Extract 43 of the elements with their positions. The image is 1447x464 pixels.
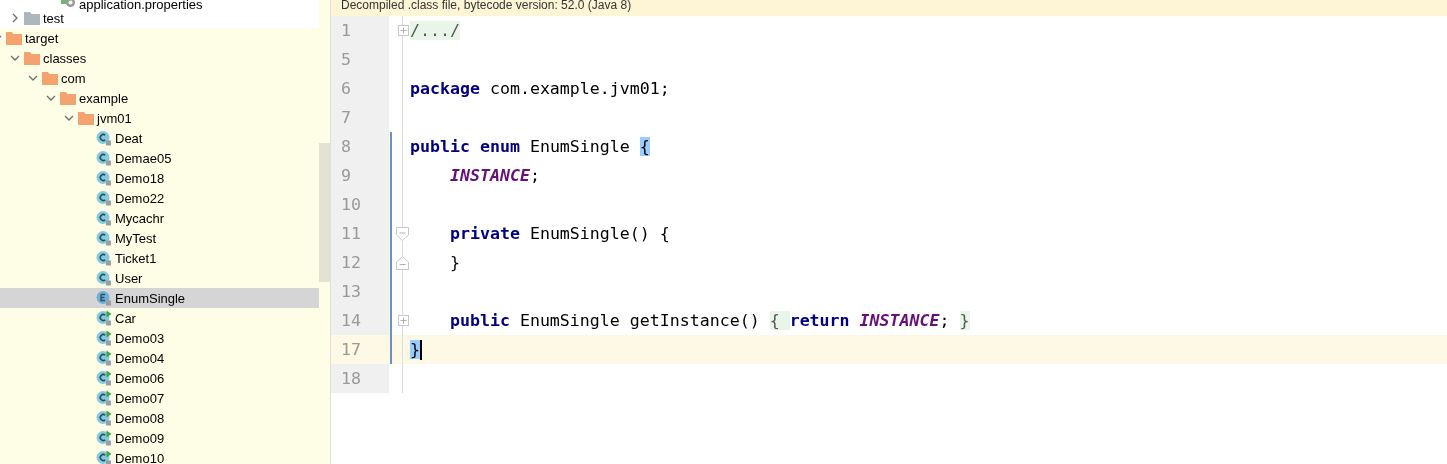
runnable-class-icon (96, 310, 112, 326)
code-line: INSTANCE; (448, 166, 540, 185)
enum-icon (96, 290, 112, 306)
line-number: 9 (331, 161, 389, 190)
chevron-down-icon[interactable] (46, 93, 56, 103)
line-number: 12 (331, 248, 389, 277)
chevron-right-icon[interactable] (10, 13, 20, 23)
class-icon (96, 170, 112, 186)
code-line: public EnumSingle getInstance() { return INSTANCE; } (448, 311, 970, 330)
class-icon (96, 130, 112, 146)
line-number: 14 (331, 306, 389, 335)
line-number: 18 (331, 364, 389, 393)
line-number: 7 (331, 103, 389, 132)
chevron-down-icon[interactable] (10, 53, 20, 63)
tree-item[interactable]: EnumSingle (0, 288, 319, 308)
code-line: private EnumSingle() { (448, 224, 670, 243)
decompiled-notice: Decompiled .class file, bytecode version: 52.0 (Java 8) (331, 0, 1447, 16)
runnable-class-icon (96, 430, 112, 446)
class-icon (96, 270, 112, 286)
class-icon (96, 190, 112, 206)
line-number: 1 (331, 16, 389, 45)
runnable-class-icon (96, 410, 112, 426)
line-number: 8 (331, 132, 389, 161)
code-line: package com.example.jvm01; (410, 79, 670, 98)
runnable-class-icon (96, 350, 112, 366)
runnable-class-icon (96, 450, 112, 464)
runnable-class-icon (96, 330, 112, 346)
class-icon (96, 150, 112, 166)
chevron-down-icon[interactable] (64, 113, 74, 123)
line-number: 13 (331, 277, 389, 306)
scrollbar-thumb[interactable] (319, 143, 330, 282)
runnable-class-icon (96, 370, 112, 386)
code-line: public enum EnumSingle { (410, 137, 650, 156)
chevron-down-icon[interactable] (28, 73, 38, 83)
line-number: 11 (331, 219, 389, 248)
line-number: 6 (331, 74, 389, 103)
class-icon (96, 210, 112, 226)
code-line: } (448, 253, 460, 272)
class-icon (96, 250, 112, 266)
line-number: 10 (331, 190, 389, 219)
class-icon (96, 230, 112, 246)
line-number: 5 (331, 45, 389, 74)
runnable-class-icon (96, 390, 112, 406)
